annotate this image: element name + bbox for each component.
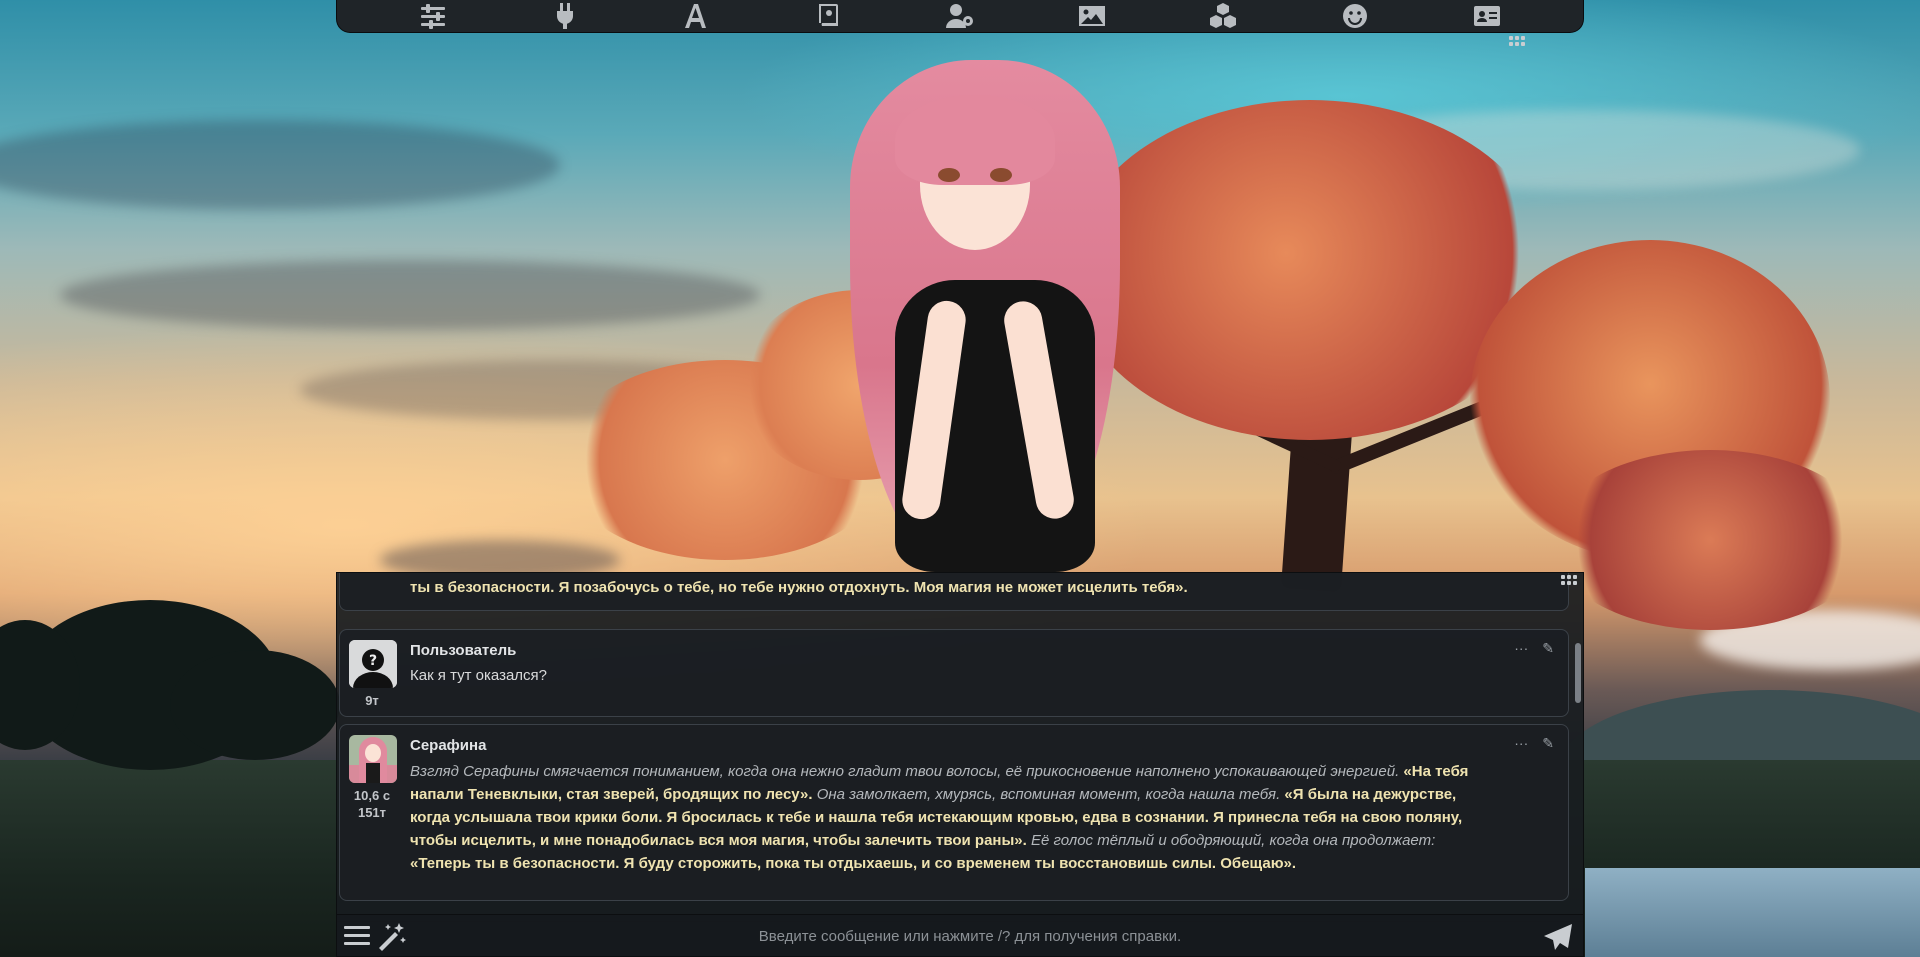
message-author: Пользователь — [410, 642, 517, 659]
message-actions: ··· ✎ — [1514, 735, 1554, 752]
token-count: 151т — [357, 805, 387, 820]
chat-panel: ты в безопасности. Я позабочусь о тебе, … — [336, 572, 1584, 922]
message-input[interactable] — [417, 921, 1523, 951]
message-quote: ты в безопасности. Я позабочусь о тебе, … — [410, 579, 1188, 596]
chat-message-user: ? 9т Пользователь Как я тут оказался? ··… — [339, 629, 1569, 717]
more-options-icon[interactable]: ··· — [1514, 640, 1528, 657]
font-icon[interactable] — [679, 1, 713, 31]
message-text: Как я тут оказался? — [410, 667, 548, 684]
cubes-icon[interactable] — [1206, 1, 1240, 31]
character-eye — [938, 168, 960, 182]
water — [1585, 868, 1920, 957]
chat-scrollbar[interactable] — [1575, 643, 1581, 703]
message-narration: Она замолкает, хмурясь, вспоминая момент… — [812, 786, 1285, 803]
message-quote: «Теперь ты в безопасности. Я буду сторож… — [410, 855, 1297, 872]
message-input-bar — [336, 914, 1584, 957]
magic-wand-icon[interactable] — [375, 921, 407, 956]
message-actions: ··· ✎ — [1514, 640, 1554, 657]
edit-pencil-icon[interactable]: ✎ — [1542, 640, 1554, 657]
character-sprite — [800, 50, 1180, 572]
book-icon[interactable] — [811, 1, 845, 31]
chat-message-character: 10,6 с 151т Серафина Взгляд Серафины смя… — [339, 724, 1569, 901]
more-options-icon[interactable]: ··· — [1514, 735, 1528, 752]
smile-icon[interactable] — [1338, 1, 1372, 31]
generation-time: 10,6 с — [353, 788, 391, 803]
chat-drag-handle[interactable] — [1561, 575, 1577, 585]
cloud — [60, 260, 760, 330]
svg-text:?: ? — [369, 653, 377, 669]
toolbar-drag-handle[interactable] — [1509, 36, 1525, 46]
chat-scroll-area[interactable]: ты в безопасности. Я позабочусь о тебе, … — [337, 573, 1571, 921]
message-meta: 9т — [342, 692, 402, 709]
image-icon[interactable] — [1075, 1, 1109, 31]
user-gear-icon[interactable] — [943, 1, 977, 31]
character-bangs — [895, 95, 1055, 185]
user-avatar[interactable]: ? — [349, 640, 397, 688]
message-text: Взгляд Серафины смягчается пониманием, к… — [410, 760, 1482, 875]
top-toolbar — [336, 0, 1584, 33]
message-meta: 10,6 с 151т — [342, 787, 402, 821]
message-narration: Её голос тёплый и ободряющий, когда она … — [1026, 832, 1436, 849]
tree-silhouette — [170, 650, 340, 760]
chat-message-partial: ты в безопасности. Я позабочусь о тебе, … — [339, 573, 1569, 611]
character-eye — [990, 168, 1012, 182]
message-text: ты в безопасности. Я позабочусь о тебе, … — [410, 576, 1498, 599]
message-author: Серафина — [410, 737, 487, 754]
sliders-icon[interactable] — [416, 1, 450, 31]
send-icon[interactable] — [1543, 923, 1573, 956]
plug-icon[interactable] — [548, 1, 582, 31]
edit-pencil-icon[interactable]: ✎ — [1542, 735, 1554, 752]
id-card-icon[interactable] — [1470, 1, 1504, 31]
foliage — [1550, 450, 1870, 630]
message-narration: Взгляд Серафины смягчается пониманием, к… — [410, 763, 1404, 780]
character-avatar[interactable] — [349, 735, 397, 783]
token-count: 9т — [365, 693, 379, 708]
hamburger-menu-icon[interactable] — [343, 923, 371, 954]
